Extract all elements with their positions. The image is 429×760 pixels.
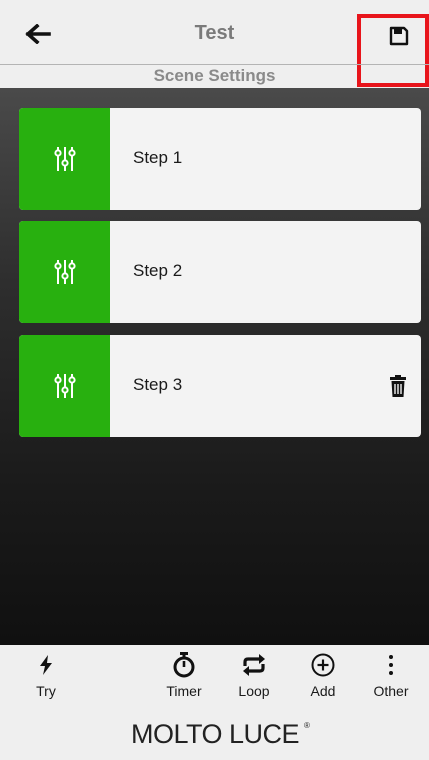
header: Test Scene Settings [0,0,429,88]
try-button[interactable]: Try [16,651,76,699]
loop-icon [243,654,265,676]
step-item-3[interactable]: Step 3 [19,335,421,437]
loop-label: Loop [238,683,270,699]
timer-button[interactable]: Timer [154,651,214,699]
steps-list: Step 1 Step 2 Step 3 [0,88,429,645]
timer-label: Timer [166,683,202,699]
step-label: Step 2 [133,261,183,280]
floppy-disk-icon [389,26,409,46]
step-settings-button[interactable] [19,335,110,437]
sliders-icon [53,374,76,398]
svg-text:®: ® [304,721,310,730]
other-button[interactable]: Other [361,651,421,699]
header-divider [0,64,429,65]
add-circle-icon [311,653,335,677]
arrow-left-icon [25,24,51,44]
save-button[interactable] [384,22,414,50]
page-title: Test [194,22,235,44]
step-item-1[interactable]: Step 1 [19,108,421,210]
step-label: Step 3 [133,375,183,394]
lightning-icon [40,655,52,675]
trash-icon [390,375,406,397]
add-label: Add [310,683,336,699]
sliders-icon [53,147,76,171]
svg-text:MOLTO LUCE: MOLTO LUCE [130,719,298,749]
molto-luce-logo: MOLTO LUCE ® [130,719,310,749]
bottom-toolbar: Try Timer Loop Add Other [0,645,429,707]
loop-button[interactable]: Loop [224,651,284,699]
step-settings-button[interactable] [19,221,110,323]
add-button[interactable]: Add [293,651,353,699]
step-settings-button[interactable] [19,108,110,210]
sliders-icon [53,260,76,284]
delete-step-button[interactable] [387,373,409,399]
brand-logo: MOLTO LUCE ® [0,708,429,760]
back-button[interactable] [22,18,54,50]
step-label: Step 1 [133,148,183,167]
stopwatch-icon [173,652,195,678]
other-label: Other [373,683,409,699]
page-subtitle: Scene Settings [153,66,276,85]
step-item-2[interactable]: Step 2 [19,221,421,323]
try-label: Try [36,683,56,699]
more-vertical-icon [389,655,393,675]
